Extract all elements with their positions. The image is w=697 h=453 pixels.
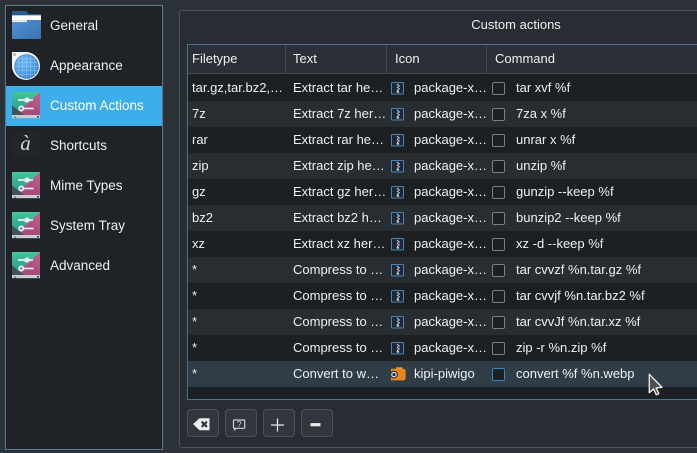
svg-text:?: ? <box>237 419 242 429</box>
